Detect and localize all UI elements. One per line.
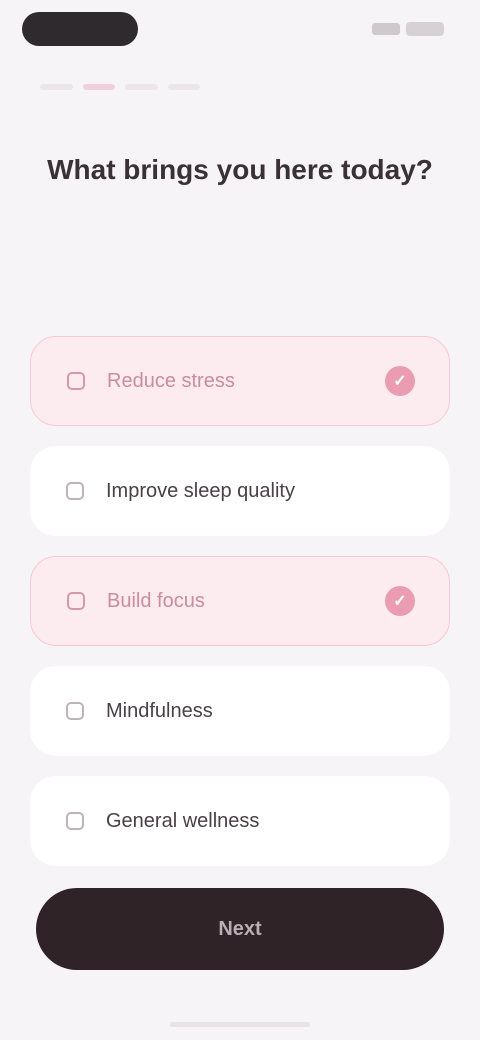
progress-indicator	[40, 84, 200, 90]
dynamic-island	[22, 12, 138, 46]
option-label: General wellness	[106, 809, 260, 832]
checkbox-icon[interactable]	[67, 372, 85, 390]
check-icon: ✓	[385, 366, 415, 396]
option-item[interactable]: Improve sleep quality ✓	[30, 446, 450, 536]
option-item[interactable]: Build focus ✓	[30, 556, 450, 646]
checkbox-icon[interactable]	[67, 592, 85, 610]
checkbox-icon[interactable]	[66, 702, 84, 720]
checkbox-icon[interactable]	[66, 812, 84, 830]
option-label: Mindfulness	[106, 699, 213, 722]
question-subtitle	[90, 286, 390, 302]
progress-segment	[82, 84, 115, 90]
option-label: Build focus	[107, 589, 205, 612]
progress-segment	[125, 84, 158, 90]
check-icon: ✓	[385, 586, 415, 616]
question-title: What brings you here today?	[47, 154, 433, 185]
progress-segment	[167, 84, 200, 90]
status-icons	[354, 20, 444, 38]
option-label: Improve sleep quality	[106, 479, 295, 502]
checkbox-icon[interactable]	[66, 482, 84, 500]
option-item[interactable]: General wellness ✓	[30, 776, 450, 866]
progress-segment	[40, 84, 73, 90]
option-item[interactable]: Reduce stress ✓	[30, 336, 450, 426]
next-button[interactable]: Next	[36, 888, 444, 970]
signal-icon	[372, 23, 400, 35]
option-item[interactable]: Mindfulness ✓	[30, 666, 450, 756]
status-bar	[0, 0, 480, 64]
option-label: Reduce stress	[107, 369, 235, 392]
home-indicator	[170, 1022, 310, 1027]
battery-icon	[406, 22, 444, 36]
options-list: Reduce stress ✓ Improve sleep quality ✓ …	[30, 336, 450, 866]
